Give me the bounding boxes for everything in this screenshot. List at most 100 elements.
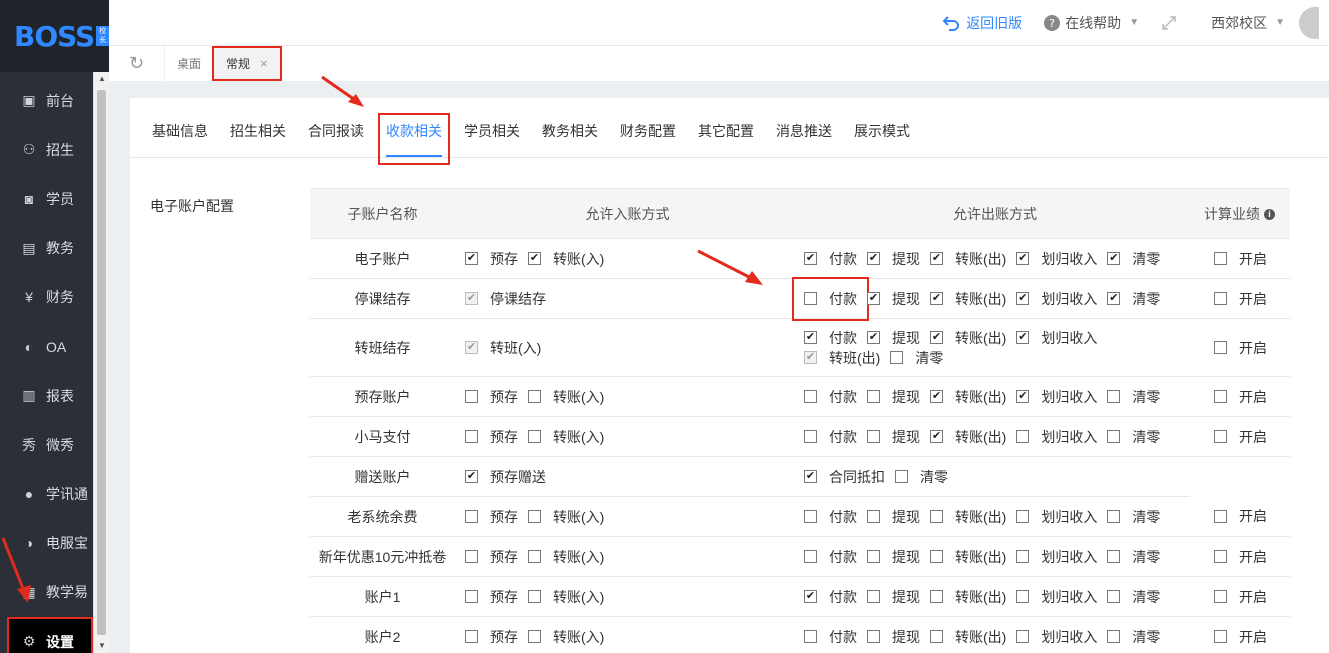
- checkbox[interactable]: [867, 630, 880, 643]
- checkbox[interactable]: [1107, 510, 1121, 523]
- checkbox[interactable]: [930, 590, 943, 603]
- checkbox[interactable]: [867, 550, 880, 563]
- checkbox[interactable]: [1016, 630, 1030, 643]
- checkbox[interactable]: [1016, 510, 1030, 523]
- checkbox[interactable]: [930, 550, 943, 563]
- tab-config-0[interactable]: 基础信息: [152, 121, 208, 157]
- tab-config-4[interactable]: 学员相关: [464, 121, 520, 157]
- checkbox[interactable]: [1016, 390, 1030, 403]
- checkbox[interactable]: [804, 430, 817, 443]
- scroll-down-arrow[interactable]: ▼: [94, 639, 110, 653]
- checkbox[interactable]: [804, 550, 817, 563]
- tab-config-8[interactable]: 消息推送: [776, 121, 832, 157]
- checkbox[interactable]: [1214, 252, 1227, 265]
- checkbox[interactable]: [465, 252, 478, 266]
- checkbox[interactable]: [1214, 292, 1227, 305]
- checkbox[interactable]: [867, 331, 880, 344]
- sidebar-item-3[interactable]: ▤ 教务: [0, 224, 93, 273]
- checkbox[interactable]: [804, 630, 817, 643]
- checkbox[interactable]: [930, 510, 943, 523]
- back-old-version-link[interactable]: 返回旧版: [942, 13, 1022, 33]
- checkbox[interactable]: [528, 550, 541, 563]
- sidebar-item-5[interactable]: ◐ OA: [0, 322, 93, 371]
- checkbox[interactable]: [1214, 390, 1227, 403]
- sidebar-item-6[interactable]: ▥ 报表: [0, 371, 93, 420]
- fullscreen-button[interactable]: [1161, 15, 1177, 31]
- checkbox[interactable]: [1214, 430, 1227, 443]
- checkbox[interactable]: [528, 390, 541, 403]
- sidebar-item-8[interactable]: ● 学讯通: [0, 470, 93, 519]
- tab-config-9[interactable]: 展示模式: [854, 121, 910, 157]
- checkbox[interactable]: [1016, 430, 1030, 443]
- checkbox[interactable]: [930, 630, 943, 643]
- checkbox[interactable]: [804, 510, 817, 523]
- tab-config-5[interactable]: 教务相关: [542, 121, 598, 157]
- checkbox[interactable]: [804, 590, 817, 603]
- checkbox[interactable]: [528, 430, 541, 443]
- checkbox[interactable]: [1107, 430, 1121, 443]
- checkbox[interactable]: [1214, 341, 1227, 354]
- checkbox[interactable]: [1107, 292, 1121, 305]
- scroll-up-arrow[interactable]: ▲: [94, 72, 110, 86]
- checkbox[interactable]: [1107, 550, 1121, 563]
- tab-config-1[interactable]: 招生相关: [230, 121, 286, 157]
- checkbox[interactable]: [867, 510, 880, 523]
- checkbox[interactable]: [465, 510, 478, 523]
- campus-selector[interactable]: 西郊校区 ▼: [1211, 13, 1285, 33]
- sidebar-item-7[interactable]: 秀微秀: [0, 420, 93, 469]
- checkbox[interactable]: [867, 430, 880, 443]
- tab-config-3[interactable]: 收款相关: [378, 113, 450, 165]
- checkbox[interactable]: [890, 351, 904, 364]
- sidebar-item-0[interactable]: ▣ 前台: [0, 76, 93, 125]
- sidebar-item-11[interactable]: ⚙ 设置: [7, 617, 93, 653]
- tab-home[interactable]: 桌面: [165, 46, 215, 81]
- tab-config-2[interactable]: 合同报读: [308, 121, 364, 157]
- checkbox[interactable]: [930, 331, 943, 344]
- tab-config-7[interactable]: 其它配置: [698, 121, 754, 157]
- checkbox[interactable]: [867, 292, 880, 305]
- checkbox[interactable]: [465, 390, 478, 403]
- checkbox[interactable]: [1107, 252, 1121, 265]
- checkbox[interactable]: [930, 390, 943, 403]
- checkbox[interactable]: [804, 292, 817, 305]
- logo[interactable]: BOSS 校长: [0, 0, 109, 72]
- checkbox[interactable]: [867, 390, 880, 403]
- tab-config-6[interactable]: 财务配置: [620, 121, 676, 157]
- checkbox[interactable]: [1107, 590, 1121, 603]
- checkbox[interactable]: [895, 470, 908, 483]
- checkbox[interactable]: [930, 252, 943, 265]
- checkbox[interactable]: [1214, 590, 1227, 603]
- checkbox[interactable]: [930, 292, 943, 305]
- checkbox[interactable]: [528, 252, 541, 266]
- close-icon[interactable]: ×: [260, 56, 268, 71]
- checkbox[interactable]: [465, 430, 478, 443]
- checkbox[interactable]: [528, 590, 541, 603]
- sidebar-item-4[interactable]: ¥ 财务: [0, 273, 93, 322]
- online-help-menu[interactable]: ? 在线帮助 ▼: [1044, 13, 1139, 33]
- checkbox[interactable]: [1107, 390, 1121, 403]
- sidebar-scrollbar[interactable]: ▲ ▼: [93, 72, 109, 653]
- avatar[interactable]: [1299, 6, 1319, 39]
- checkbox[interactable]: [867, 252, 880, 265]
- checkbox[interactable]: [804, 470, 817, 483]
- checkbox[interactable]: [1016, 550, 1030, 563]
- checkbox[interactable]: [465, 630, 478, 643]
- checkbox[interactable]: [930, 430, 943, 443]
- tab-general[interactable]: 常规 ×: [212, 46, 282, 81]
- sidebar-item-1[interactable]: ⚇ 招生: [0, 125, 93, 174]
- checkbox[interactable]: [804, 252, 817, 265]
- checkbox[interactable]: [1016, 292, 1030, 305]
- checkbox[interactable]: [465, 550, 478, 563]
- checkbox[interactable]: [528, 630, 541, 643]
- checkbox[interactable]: [1016, 590, 1030, 603]
- sidebar-item-10[interactable]: ▦ 教学易: [0, 568, 93, 617]
- checkbox[interactable]: [528, 510, 541, 523]
- checkbox[interactable]: [1016, 331, 1030, 344]
- checkbox[interactable]: [1214, 550, 1227, 563]
- checkbox[interactable]: [465, 470, 478, 484]
- checkbox[interactable]: [804, 390, 817, 403]
- checkbox[interactable]: [1107, 630, 1121, 643]
- sidebar-item-2[interactable]: ◙ 学员: [0, 174, 93, 223]
- refresh-icon[interactable]: ↻: [109, 46, 165, 81]
- checkbox[interactable]: [465, 590, 478, 603]
